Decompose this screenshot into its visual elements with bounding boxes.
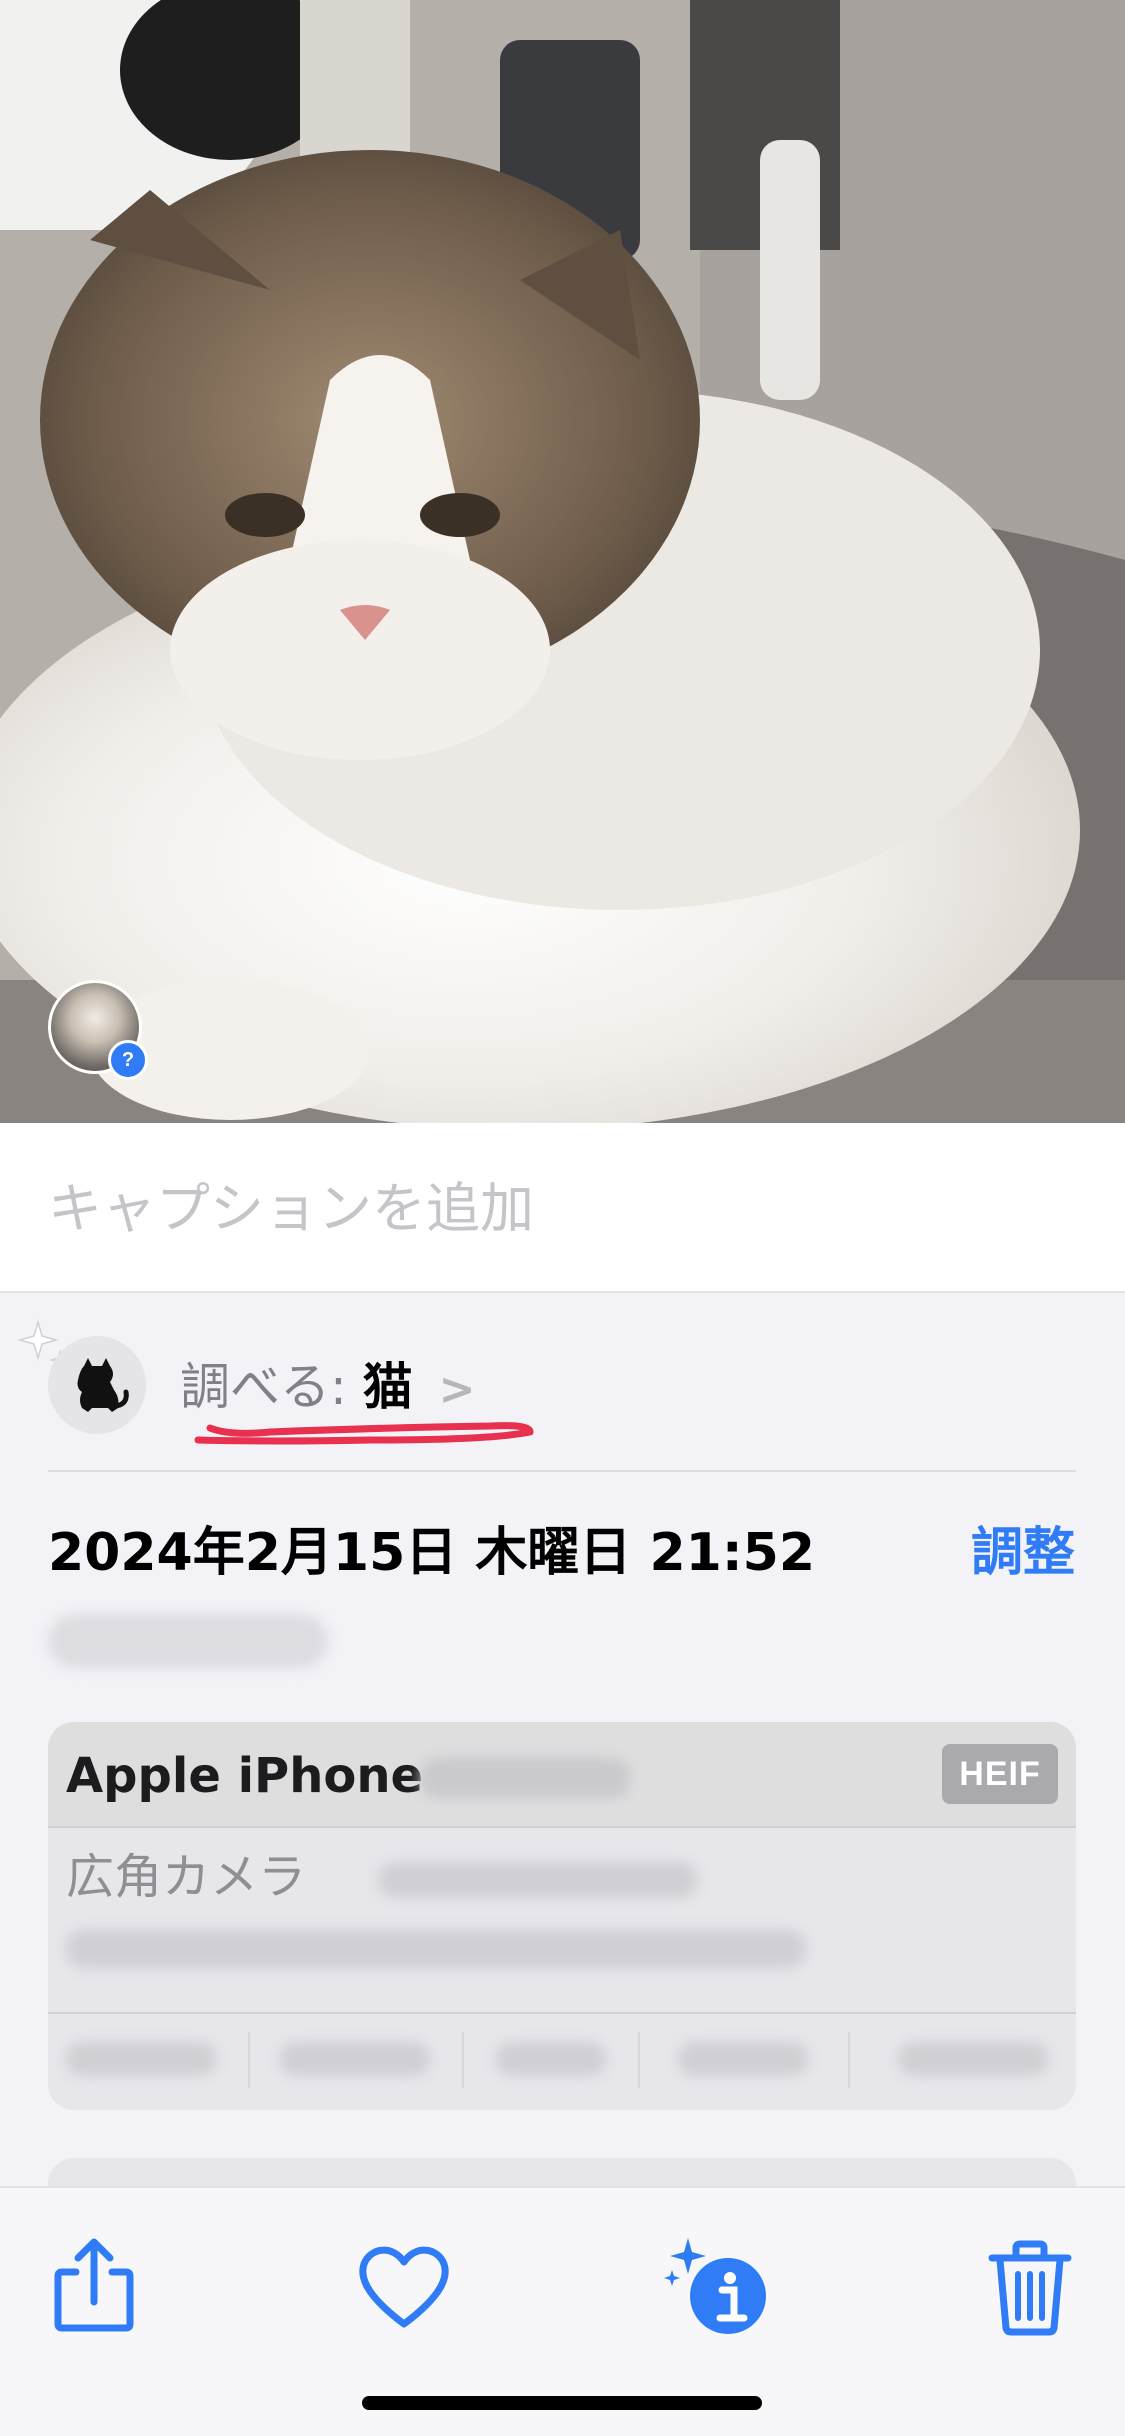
heart-icon	[359, 2246, 449, 2328]
caption-input[interactable]	[48, 1173, 1068, 1243]
trash-icon	[988, 2240, 1072, 2336]
exif-shutter-redacted	[898, 2042, 1048, 2076]
format-badge: HEIF	[942, 1744, 1058, 1804]
divider	[48, 1826, 1076, 1828]
lens-specs-redacted	[378, 1862, 698, 1898]
chevron-right-icon: >	[438, 1364, 476, 1415]
divider	[638, 2032, 640, 2088]
cat-photo-illustration	[0, 0, 1125, 1123]
lookup-icon-circle[interactable]	[48, 1336, 146, 1434]
unknown-face-badge: ?	[108, 1040, 148, 1080]
exif-ev-redacted	[496, 2042, 606, 2076]
exif-aperture-redacted	[678, 2042, 808, 2076]
image-specs-redacted	[66, 1930, 806, 1968]
lookup-value: 猫	[362, 1358, 413, 1416]
lookup-prefix: 調べる:	[180, 1358, 347, 1416]
divider	[248, 2032, 250, 2088]
divider	[48, 2012, 1076, 2014]
red-underline-annotation	[194, 1422, 534, 1445]
camera-info-card: Apple iPhone HEIF 広角カメラ	[48, 1722, 1076, 2110]
exif-iso-redacted	[66, 2042, 216, 2076]
photo-datetime: 2024年2月15日 木曜日 21:52	[48, 1523, 816, 1583]
delete-button[interactable]	[970, 2228, 1090, 2348]
cat-photo[interactable]: ?	[0, 0, 1125, 1123]
info-sparkle-icon	[664, 2238, 766, 2334]
info-button[interactable]	[660, 2228, 780, 2348]
filename-redacted	[48, 1614, 328, 1668]
divider	[848, 2032, 850, 2088]
cat-icon	[77, 1358, 129, 1412]
exif-focal-redacted	[280, 2042, 430, 2076]
photo-detail-screen: ? 調べる: 猫 > 2024年2月15日 木曜日 21:52 調整 Apple…	[0, 0, 1125, 2436]
device-model-redacted	[420, 1758, 630, 1798]
adjust-datetime-button[interactable]: 調整	[971, 1520, 1075, 1586]
device-name: Apple iPhone	[66, 1748, 424, 1804]
home-indicator[interactable]	[362, 2396, 762, 2410]
divider	[48, 1470, 1076, 1472]
divider	[462, 2032, 464, 2088]
share-icon	[54, 2238, 134, 2332]
share-button[interactable]	[34, 2228, 154, 2348]
favorite-button[interactable]	[344, 2228, 464, 2348]
lens-label: 広角カメラ	[66, 1849, 307, 1905]
caption-section	[0, 1123, 1125, 1293]
visual-lookup-link[interactable]: 調べる: 猫 >	[180, 1352, 476, 1422]
